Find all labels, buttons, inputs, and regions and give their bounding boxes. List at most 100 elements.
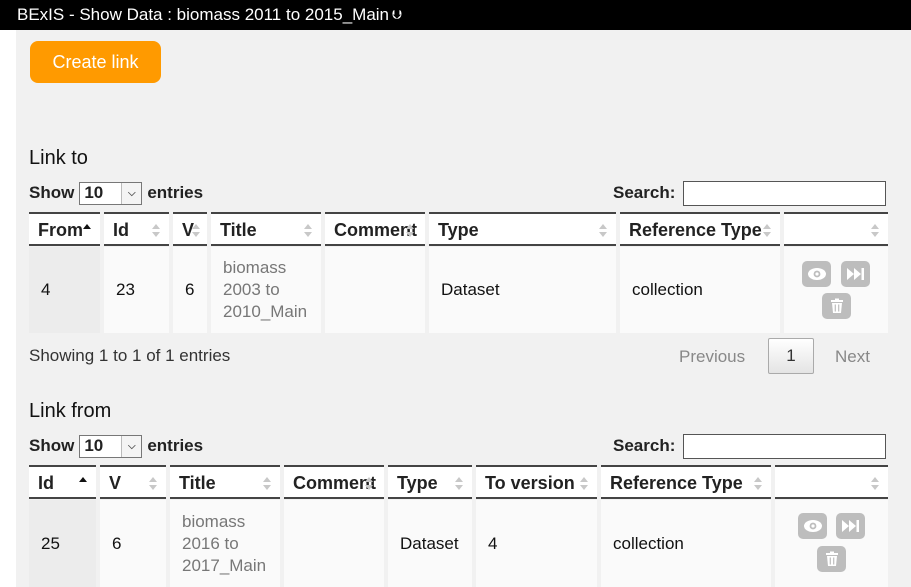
chevron-down-icon: ⌵ (121, 182, 142, 204)
entries-value: 10 (84, 436, 104, 455)
view-button[interactable] (802, 261, 831, 287)
cell-id: 25 (29, 500, 96, 587)
column-header-actions[interactable] (775, 465, 888, 499)
column-header-comment[interactable]: Comment (284, 465, 384, 499)
trash-icon (830, 298, 843, 313)
cell-comment (325, 247, 425, 333)
sort-icon (754, 477, 763, 491)
cell-version: 6 (100, 500, 166, 587)
column-label: From (38, 220, 83, 240)
column-label: Title (179, 473, 216, 493)
column-header-comment[interactable]: Comment (325, 212, 425, 246)
sort-icon (149, 477, 158, 491)
column-header-v[interactable]: V (173, 212, 207, 246)
page-1-button[interactable]: 1 (768, 338, 814, 374)
column-label: Type (397, 473, 438, 493)
next-button[interactable]: Next (835, 347, 870, 367)
sort-icon (871, 224, 880, 238)
column-header-reference-type[interactable]: Reference Type (620, 212, 780, 246)
cell-to-version: 4 (476, 500, 597, 587)
search-label: Search: (613, 436, 676, 455)
link-to-length-control: Show 10 ⌵ entries (29, 181, 203, 205)
delete-button[interactable] (822, 293, 851, 319)
entries-label: entries (147, 436, 204, 455)
column-header-type[interactable]: Type (388, 465, 472, 499)
show-label: Show (29, 183, 75, 202)
cell-actions (784, 247, 888, 333)
link-from-heading: Link from (29, 400, 112, 422)
column-header-reference-type[interactable]: Reference Type (601, 465, 771, 499)
cell-actions (775, 500, 888, 587)
sort-icon (763, 224, 772, 238)
open-linked-button[interactable] (841, 261, 870, 287)
chevron-down-icon: ⌵ (121, 435, 142, 457)
delete-button[interactable] (817, 546, 846, 572)
cell-id: 23 (104, 247, 169, 333)
trash-icon (825, 551, 838, 566)
sort-icon (580, 477, 589, 491)
previous-button[interactable]: Previous (679, 347, 745, 367)
column-header-actions[interactable] (784, 212, 888, 246)
sort-icon (152, 224, 161, 238)
column-label: V (109, 473, 122, 493)
cell-comment (284, 500, 384, 587)
column-header-id[interactable]: Id (104, 212, 169, 246)
column-label: Id (113, 220, 129, 240)
sort-icon (304, 224, 313, 238)
column-header-v[interactable]: V (100, 465, 166, 499)
sort-icon (263, 477, 272, 491)
sort-ascending-icon (79, 477, 88, 491)
link-to-info: Showing 1 to 1 of 1 entries (29, 346, 231, 365)
link-to-heading: Link to (29, 147, 88, 169)
sort-icon (192, 224, 201, 238)
link-to-search-input[interactable] (683, 180, 887, 206)
sort-icon (365, 477, 374, 491)
cell-title: biomass 2003 to 2010_Main (211, 247, 321, 333)
cell-reference-type: collection (601, 500, 771, 587)
cell-type: Dataset (429, 247, 616, 333)
cell-version: 6 (173, 247, 207, 333)
column-label: Comment (334, 220, 418, 240)
sort-icon (406, 224, 415, 238)
sort-icon (455, 477, 464, 491)
cell-title: biomass 2016 to 2017_Main (170, 500, 280, 587)
fast-forward-icon (841, 520, 859, 532)
eye-icon (807, 268, 826, 280)
cell-type: Dataset (388, 500, 472, 587)
sort-icon (871, 477, 880, 491)
column-header-type[interactable]: Type (429, 212, 616, 246)
link-to-search: Search: (613, 180, 887, 206)
link-from-length-control: Show 10 ⌵ entries (29, 434, 203, 458)
column-label: To version (485, 473, 575, 493)
open-linked-button[interactable] (836, 513, 865, 539)
link-from-search-input[interactable] (683, 433, 887, 459)
show-label: Show (29, 436, 75, 455)
column-label: Id (38, 473, 54, 493)
column-label: Comment (293, 473, 377, 493)
column-header-title[interactable]: Title (170, 465, 280, 499)
create-link-button[interactable]: Create link (30, 41, 161, 83)
column-label: Reference Type (610, 473, 743, 493)
chevron-down-icon[interactable]: ⮋ (392, 0, 402, 30)
column-header-to-version[interactable]: To version (476, 465, 597, 499)
sort-icon (599, 224, 608, 238)
sort-ascending-icon (83, 224, 92, 238)
fast-forward-icon (846, 268, 864, 280)
entries-label: entries (147, 183, 204, 202)
link-from-entries-select[interactable]: 10 ⌵ (79, 434, 143, 458)
window-title-bar: BExIS - Show Data : biomass 2011 to 2015… (0, 0, 911, 30)
cell-from: 4 (29, 247, 100, 333)
entries-value: 10 (84, 183, 104, 202)
view-button[interactable] (798, 513, 827, 539)
column-header-from[interactable]: From (29, 212, 100, 246)
column-header-id[interactable]: Id (29, 465, 96, 499)
column-label: Type (438, 220, 479, 240)
column-label: Title (220, 220, 257, 240)
column-header-title[interactable]: Title (211, 212, 321, 246)
search-label: Search: (613, 183, 676, 202)
link-to-entries-select[interactable]: 10 ⌵ (79, 181, 143, 205)
column-label: Reference Type (629, 220, 762, 240)
eye-icon (803, 520, 822, 532)
window-title: BExIS - Show Data : biomass 2011 to 2015… (17, 5, 389, 24)
cell-reference-type: collection (620, 247, 780, 333)
